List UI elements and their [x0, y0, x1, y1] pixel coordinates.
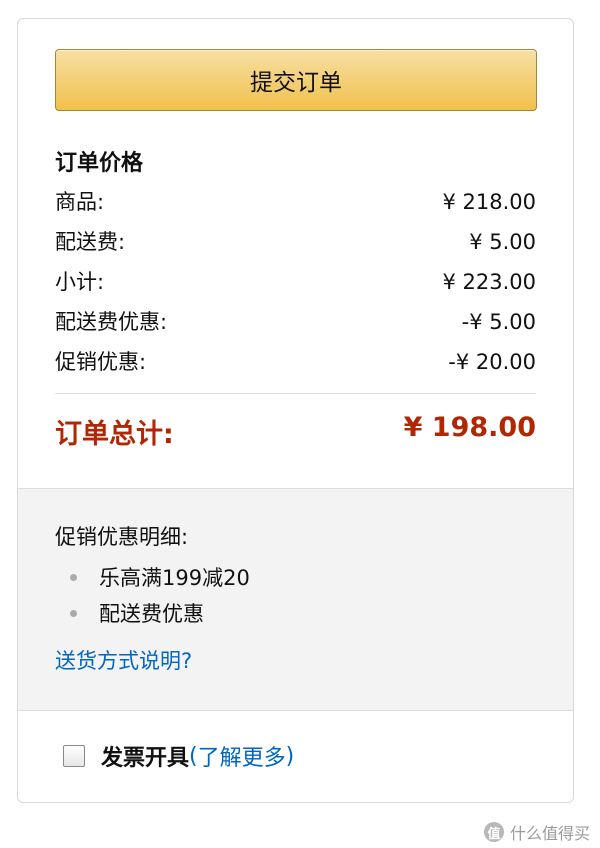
site-watermark: 值 什么值得买 [483, 820, 590, 844]
promotion-list: 乐高满199减20 配送费优惠 [55, 559, 536, 631]
price-row-label: 配送费: [55, 230, 126, 254]
promotion-details-title: 促销优惠明细: [55, 525, 189, 549]
price-row-shipping: 配送费: ¥ 5.00 [55, 228, 536, 257]
promotion-details-section: 促销优惠明细: 乐高满199减20 配送费优惠 送货方式说明? [18, 488, 573, 711]
order-total-row: 订单总计: ¥ 198.00 [55, 412, 536, 451]
price-row-shipping-discount: 配送费优惠: -¥ 5.00 [55, 308, 536, 337]
invoice-option-row: 发票开具 ( 了解更多 ) [18, 711, 573, 801]
price-row-promo-discount: 促销优惠: -¥ 20.00 [55, 348, 536, 377]
watermark-logo-icon: 值 [483, 822, 504, 842]
price-row-amount: ¥ 218.00 [442, 190, 536, 214]
watermark-text: 什么值得买 [509, 824, 590, 843]
price-row-subtotal: 小计: ¥ 223.00 [55, 268, 536, 297]
order-summary-card: 提交订单 订单价格 商品: ¥ 218.00 配送费: ¥ 5.00 小计: ¥… [17, 18, 574, 803]
order-total-amount: ¥ 198.00 [403, 412, 536, 443]
price-row-label: 配送费优惠: [55, 310, 168, 334]
summary-divider [55, 393, 536, 394]
learn-more-open-paren: ( [189, 743, 198, 769]
promotion-item-text: 配送费优惠 [99, 602, 204, 626]
shipping-method-help-link[interactable]: 送货方式说明? [55, 645, 192, 675]
price-row-amount: ¥ 223.00 [442, 270, 536, 294]
price-row-label: 小计: [55, 270, 105, 294]
order-price-title: 订单价格 [55, 151, 144, 176]
order-total-label: 订单总计: [55, 419, 174, 450]
promotion-item-text: 乐高满199减20 [99, 566, 250, 590]
price-row-items: 商品: ¥ 218.00 [55, 188, 536, 217]
invoice-checkbox[interactable] [63, 745, 85, 767]
list-item: 配送费优惠 [55, 595, 536, 631]
price-row-amount: ¥ 5.00 [469, 230, 536, 254]
price-row-amount: -¥ 20.00 [448, 350, 536, 374]
list-item: 乐高满199减20 [55, 559, 536, 595]
invoice-label: 发票开具 [101, 746, 190, 771]
price-row-label: 促销优惠: [55, 350, 147, 374]
price-row-amount: -¥ 5.00 [461, 310, 536, 334]
submit-order-button[interactable]: 提交订单 [55, 49, 537, 111]
bullet-icon [70, 609, 77, 617]
bullet-icon [70, 573, 77, 581]
invoice-learn-more-link[interactable]: 了解更多 [198, 740, 286, 772]
order-top-section: 提交订单 订单价格 商品: ¥ 218.00 配送费: ¥ 5.00 小计: ¥… [18, 19, 573, 488]
price-row-label: 商品: [55, 190, 105, 214]
learn-more-close-paren: ) [285, 743, 295, 769]
